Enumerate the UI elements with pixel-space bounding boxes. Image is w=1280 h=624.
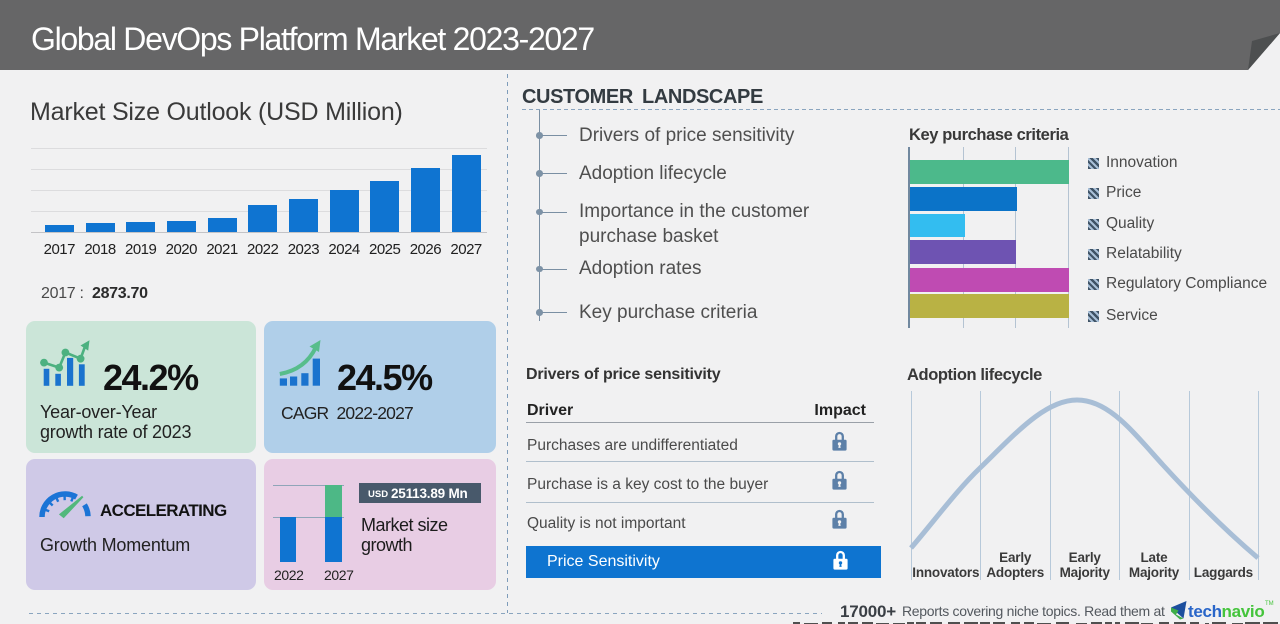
svg-text:tech: tech bbox=[1188, 602, 1222, 621]
svg-text:TM: TM bbox=[1265, 601, 1274, 607]
svg-text:navio: navio bbox=[1222, 602, 1265, 621]
